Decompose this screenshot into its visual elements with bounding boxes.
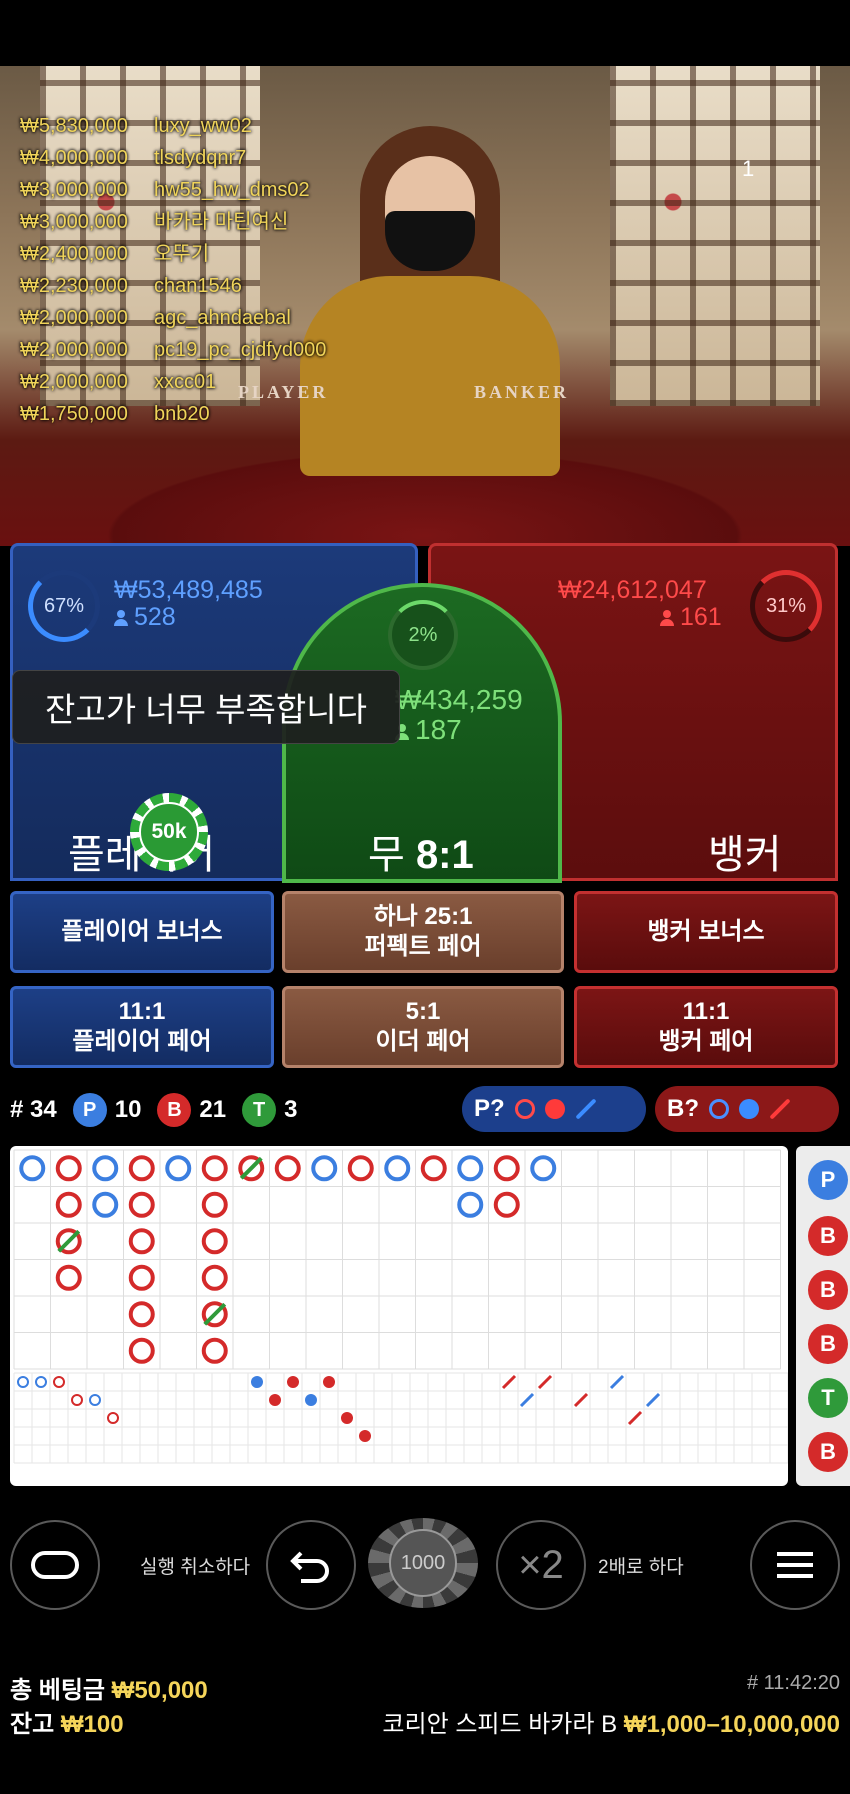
- leaderboard-row: ₩2,400,000 오뚜기: [20, 243, 210, 265]
- tie-percent-ring: 2%: [388, 600, 458, 670]
- banker-pair-button[interactable]: 11:1 뱅커 페어: [574, 986, 838, 1068]
- leaderboard-row: ₩1,750,000 bnb20: [20, 403, 210, 425]
- player-bonus-button[interactable]: 플레이어 보너스: [10, 891, 274, 973]
- undo-icon: [290, 1551, 329, 1583]
- leaderboard-row: ₩2,000,000 pc19_pc_cjdfyd000: [20, 339, 327, 361]
- tie-bettor-count: 187: [395, 714, 462, 746]
- prediction-b: B: [808, 1324, 848, 1364]
- banker-wins-count: 21: [199, 1096, 227, 1123]
- player-total-amount: ₩53,489,485: [114, 576, 263, 604]
- round-time: # 11:42:20: [746, 1672, 840, 1694]
- player-wins-count: 10: [114, 1096, 142, 1123]
- prediction-b: B: [808, 1216, 848, 1256]
- person-icon: [114, 610, 128, 626]
- leaderboard-row: ₩3,000,000 hw55_hw_dms02: [20, 179, 310, 201]
- ask-player-button[interactable]: P?: [462, 1086, 646, 1132]
- tie-bet-label: 무 8:1: [368, 833, 474, 877]
- lobby-button[interactable]: [10, 1520, 100, 1610]
- chip-selector[interactable]: 1000: [368, 1518, 478, 1608]
- player-bettor-count: 528: [114, 603, 176, 632]
- prediction-column: P B B B T B: [796, 1146, 850, 1486]
- felt-banker-label: BANKER: [474, 382, 570, 402]
- small-road-icon: [739, 1099, 759, 1119]
- leaderboard-row: ₩2,000,000 agc_ahndaebal: [20, 307, 291, 329]
- decorative-screen-right: [610, 66, 820, 406]
- person-icon: [660, 610, 674, 626]
- double-label: 2배로 하다: [598, 1557, 684, 1578]
- cockroach-icon: [769, 1098, 791, 1120]
- prediction-b: B: [808, 1432, 848, 1472]
- scoreboard-roadmap[interactable]: [10, 1146, 788, 1486]
- insufficient-balance-toast: 잔고가 너무 부족합니다: [12, 670, 400, 744]
- banker-bettor-count: 161: [660, 603, 722, 632]
- leaderboard-row: ₩2,000,000 xxcc01: [20, 371, 217, 393]
- banker-total-amount: ₩24,612,047: [558, 576, 707, 604]
- prediction-p: P: [808, 1160, 848, 1200]
- player-percent-ring: 67%: [28, 570, 100, 642]
- chat-bubble-icon: [31, 1551, 79, 1579]
- perfect-pair-button[interactable]: 하나 25:1 퍼펙트 페어: [282, 891, 564, 973]
- tie-total-amount: ₩434,259: [395, 684, 523, 715]
- banker-wins-icon: B: [157, 1093, 192, 1127]
- double-button[interactable]: ×2: [496, 1520, 586, 1610]
- banker-percent-ring: 31%: [750, 570, 822, 642]
- banker-bonus-button[interactable]: 뱅커 보너스: [574, 891, 838, 973]
- table-info: 코리안 스피드 바카라 B ₩1,000–10,000,000: [382, 1711, 840, 1738]
- leaderboard-row: ₩3,000,000 바카라 마틴여신: [20, 211, 289, 233]
- prediction-b: B: [808, 1270, 848, 1310]
- total-bet: 총 베팅금 ₩50,000: [10, 1677, 208, 1704]
- tie-wins-icon: T: [242, 1093, 277, 1127]
- leaderboard-row: ₩4,000,000 tlsdydqnr7: [20, 147, 247, 169]
- banker-bet-label: 뱅커: [708, 833, 782, 877]
- tie-wins-count: 3: [284, 1096, 298, 1123]
- winners-leaderboard: ₩5,830,000 luxy_ww02 ₩4,000,000 tlsdydqnr7…: [20, 110, 326, 430]
- big-eye-icon: [514, 1099, 535, 1119]
- ask-banker-button[interactable]: B?: [655, 1086, 839, 1132]
- placed-chip[interactable]: 50k: [130, 793, 208, 871]
- balance: 잔고 ₩100: [10, 1711, 124, 1738]
- hamburger-menu-icon: [777, 1552, 813, 1578]
- undo-label: 실행 취소하다: [140, 1557, 251, 1578]
- either-pair-button[interactable]: 5:1 이더 페어: [282, 986, 564, 1068]
- leaderboard-row: ₩2,230,000 chan1546: [20, 275, 242, 297]
- cockroach-icon: [575, 1098, 597, 1120]
- round-number: # 34: [10, 1096, 57, 1123]
- player-pair-button[interactable]: 11:1 플레이어 페어: [10, 986, 274, 1068]
- round-stats: # 34 P 10 B 21 T3: [10, 1090, 297, 1130]
- camera-number: 1: [742, 156, 755, 181]
- menu-button[interactable]: [750, 1520, 840, 1610]
- double-icon: ×2: [518, 1542, 564, 1587]
- undo-button[interactable]: [266, 1520, 356, 1610]
- small-road-icon: [544, 1099, 565, 1119]
- prediction-t: T: [808, 1378, 848, 1418]
- leaderboard-row: ₩5,830,000 luxy_ww02: [20, 115, 252, 137]
- big-eye-icon: [709, 1099, 729, 1119]
- player-wins-icon: P: [72, 1093, 107, 1127]
